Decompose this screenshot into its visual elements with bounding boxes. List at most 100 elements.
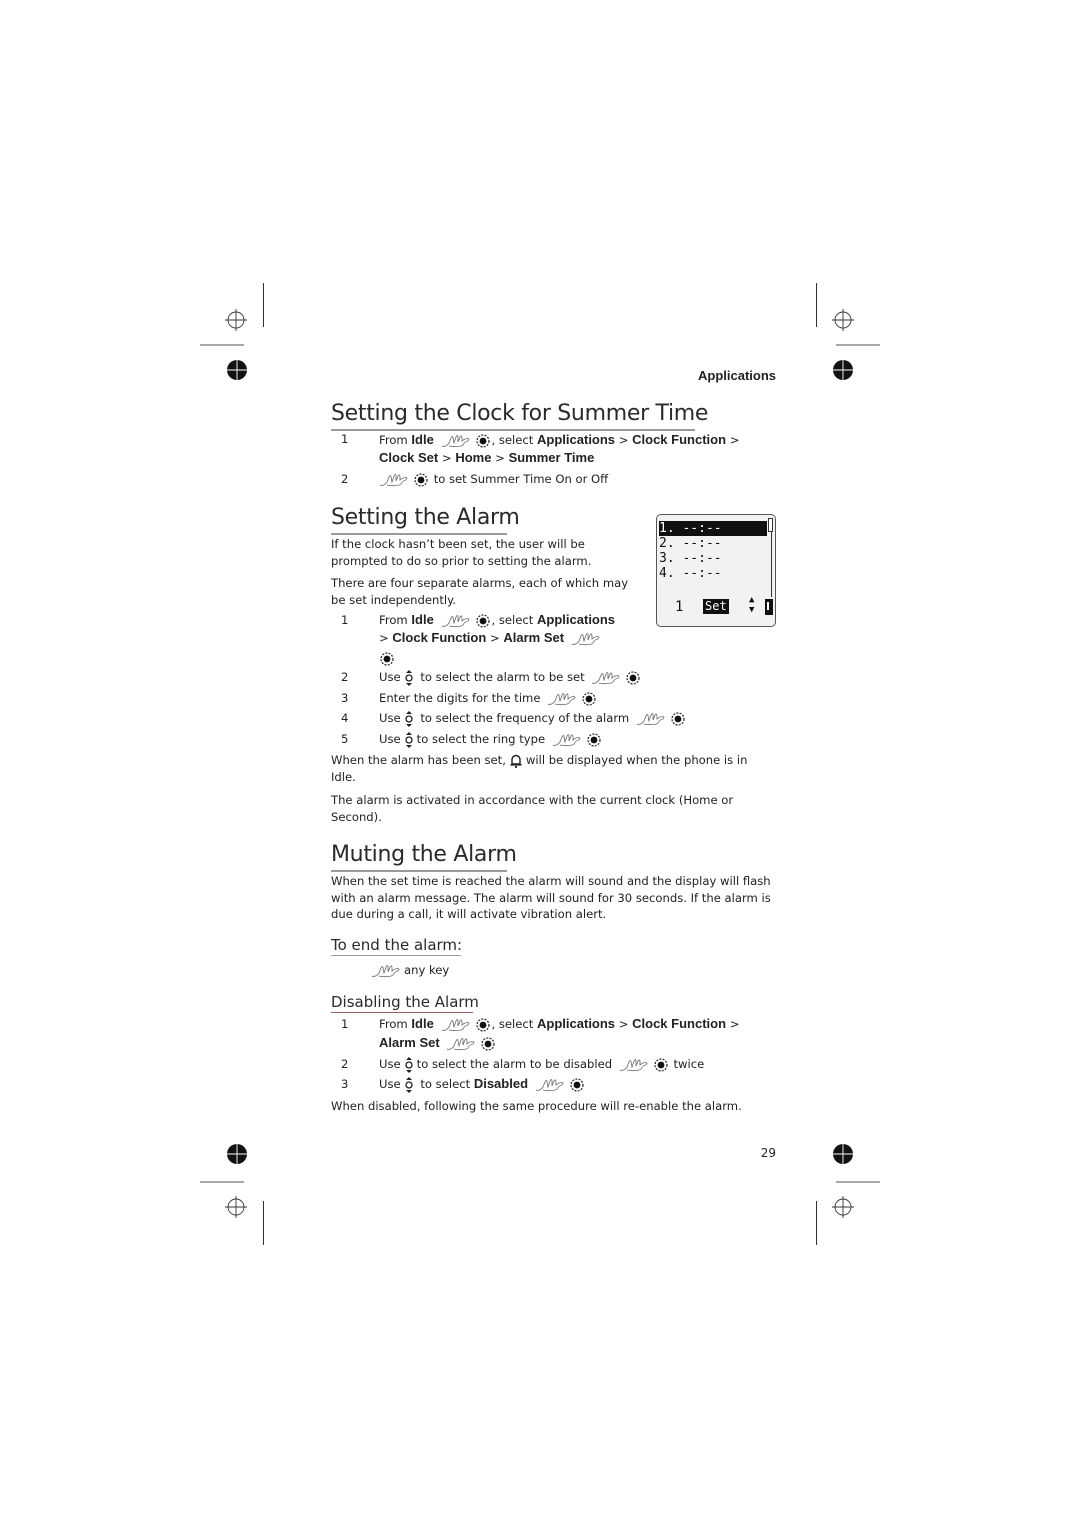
step-text: to select the frequency of the alarm	[420, 711, 630, 725]
separator: >	[615, 433, 633, 447]
alarm-step-5: Use to select the ring type	[379, 730, 603, 748]
alarm-step-1-line2: > Clock Function > Alarm Set	[379, 629, 604, 647]
menu-clock-function: Clock Function	[632, 1016, 727, 1031]
step-text: From	[379, 613, 412, 627]
separator: >	[491, 451, 509, 465]
hand-press-icon	[619, 1058, 649, 1072]
step-text: any key	[404, 963, 450, 977]
running-head: Applications	[697, 368, 776, 383]
scroll-arrows: ▲ ▼	[749, 595, 754, 615]
registration-dot-icon	[833, 360, 853, 380]
ok-button-icon	[570, 1078, 584, 1092]
ok-button-icon	[481, 1037, 495, 1051]
menu-idle: Idle	[411, 1016, 434, 1031]
navigation-key-icon	[404, 1077, 414, 1093]
separator: >	[438, 451, 456, 465]
step-number: 1	[341, 613, 349, 627]
disable-step-2: Use to select the alarm to be disabled tw…	[379, 1055, 704, 1073]
menu-applications: Applications	[537, 612, 616, 627]
step-text: Use	[379, 1057, 401, 1071]
step-text: Use	[379, 732, 401, 746]
alarm-step-3: Enter the digits for the time	[379, 689, 598, 707]
hand-press-icon	[379, 473, 409, 487]
heading-setting-alarm: Setting the Alarm	[331, 504, 520, 535]
ok-button-icon	[671, 712, 685, 726]
step-number: 3	[341, 1077, 349, 1091]
alarm-step-4: Use to select the frequency of the alarm	[379, 709, 687, 727]
hand-press-icon	[547, 692, 577, 706]
alarm-step-1-line3	[378, 649, 396, 667]
heading-muting-alarm: Muting the Alarm	[331, 841, 517, 872]
para-text: When the alarm has been set,	[331, 753, 506, 767]
hand-press-icon	[552, 733, 582, 747]
ok-button-icon	[476, 1018, 490, 1032]
ok-button-icon	[587, 733, 601, 747]
step-number: 1	[341, 1017, 349, 1031]
menu-idle: Idle	[411, 612, 434, 627]
menu-applications: Applications	[537, 1016, 616, 1031]
hand-press-icon	[371, 964, 401, 978]
step-text: , select	[491, 433, 538, 447]
step-text: twice	[673, 1057, 705, 1071]
heading-disabling-alarm: Disabling the Alarm	[331, 993, 479, 1013]
menu-idle: Idle	[411, 432, 434, 447]
hand-press-icon	[446, 1037, 476, 1051]
phone-screen-alarm-list: 1. --:-- 2. --:-- 3. --:-- 4. --:-- 1 Se…	[656, 514, 776, 627]
menu-summer-time: Summer Time	[508, 450, 595, 465]
softkey-set: Set	[703, 599, 729, 614]
step-text: Use	[379, 711, 401, 725]
summer-step-1-line2: Clock Set > Home > Summer Time	[379, 449, 594, 467]
step-text: Use	[379, 670, 401, 684]
registration-target-icon	[225, 309, 247, 331]
alarm-slot-row: 4. --:--	[659, 566, 722, 581]
registration-target-icon	[832, 309, 854, 331]
menu-clock-set: Clock Set	[379, 450, 439, 465]
menu-alarm-set: Alarm Set	[379, 1035, 440, 1050]
separator: >	[615, 1017, 633, 1031]
summer-step-2: to set Summer Time On or Off	[376, 470, 608, 488]
up-arrow-icon: ▲	[749, 595, 755, 605]
summer-step-1: From Idle , select Applications > Clock …	[379, 431, 739, 449]
navigation-key-icon	[404, 1057, 414, 1073]
separator: >	[486, 631, 504, 645]
down-arrow-icon: ▼	[749, 605, 755, 615]
screen-scroll-thumb	[768, 518, 773, 532]
disable-step-1-line2: Alarm Set	[379, 1034, 497, 1052]
alarm-para-1: If the clock hasn’t been set, the user w…	[331, 537, 592, 568]
softkey-left: 1	[675, 599, 684, 615]
alarm-step-2: Use to select the alarm to be set	[379, 668, 642, 686]
menu-alarm-set: Alarm Set	[503, 630, 565, 645]
separator: >	[726, 1017, 740, 1031]
step-text: to select the alarm to be disabled	[416, 1057, 613, 1071]
end-alarm-instruction: any key	[368, 961, 449, 979]
registration-target-icon	[225, 1196, 247, 1218]
crop-line-bottom-right-h	[836, 1181, 880, 1183]
hand-press-icon	[535, 1078, 565, 1092]
registration-dot-icon	[833, 1144, 853, 1164]
navigation-key-icon	[404, 732, 414, 748]
crop-line-top-right-h	[836, 344, 880, 346]
menu-clock-function: Clock Function	[632, 432, 727, 447]
hand-press-icon	[441, 1018, 471, 1032]
crop-line-bottom-left	[263, 1201, 264, 1245]
step-text: to select the ring type	[416, 732, 546, 746]
ok-button-icon	[476, 614, 490, 628]
alarm-slot-row: 3. --:--	[659, 551, 722, 566]
disable-step-1: From Idle , select Applications > Clock …	[379, 1015, 739, 1033]
crop-line-bottom-right	[816, 1201, 817, 1245]
alarm-slot-row: 2. --:--	[659, 536, 722, 551]
step-text: , select	[491, 613, 538, 627]
step-text: Use	[379, 1077, 401, 1091]
step-text: From	[379, 1017, 412, 1031]
muting-para: When the set time is reached the alarm w…	[331, 874, 771, 921]
alarm-slot-row: 1. --:--	[659, 521, 767, 536]
alarm-para-4: The alarm is activated in accordance wit…	[331, 793, 734, 824]
alarm-para-2: There are four separate alarms, each of …	[331, 576, 629, 607]
alarm-para-3: When the alarm has been set, will be disp…	[331, 752, 771, 785]
crop-line-top-left-h	[200, 344, 244, 346]
step-number: 1	[341, 432, 349, 446]
separator: >	[726, 433, 740, 447]
hand-press-icon	[441, 614, 471, 628]
hand-press-icon	[441, 434, 471, 448]
disable-footer: When disabled, following the same proced…	[331, 1099, 742, 1113]
